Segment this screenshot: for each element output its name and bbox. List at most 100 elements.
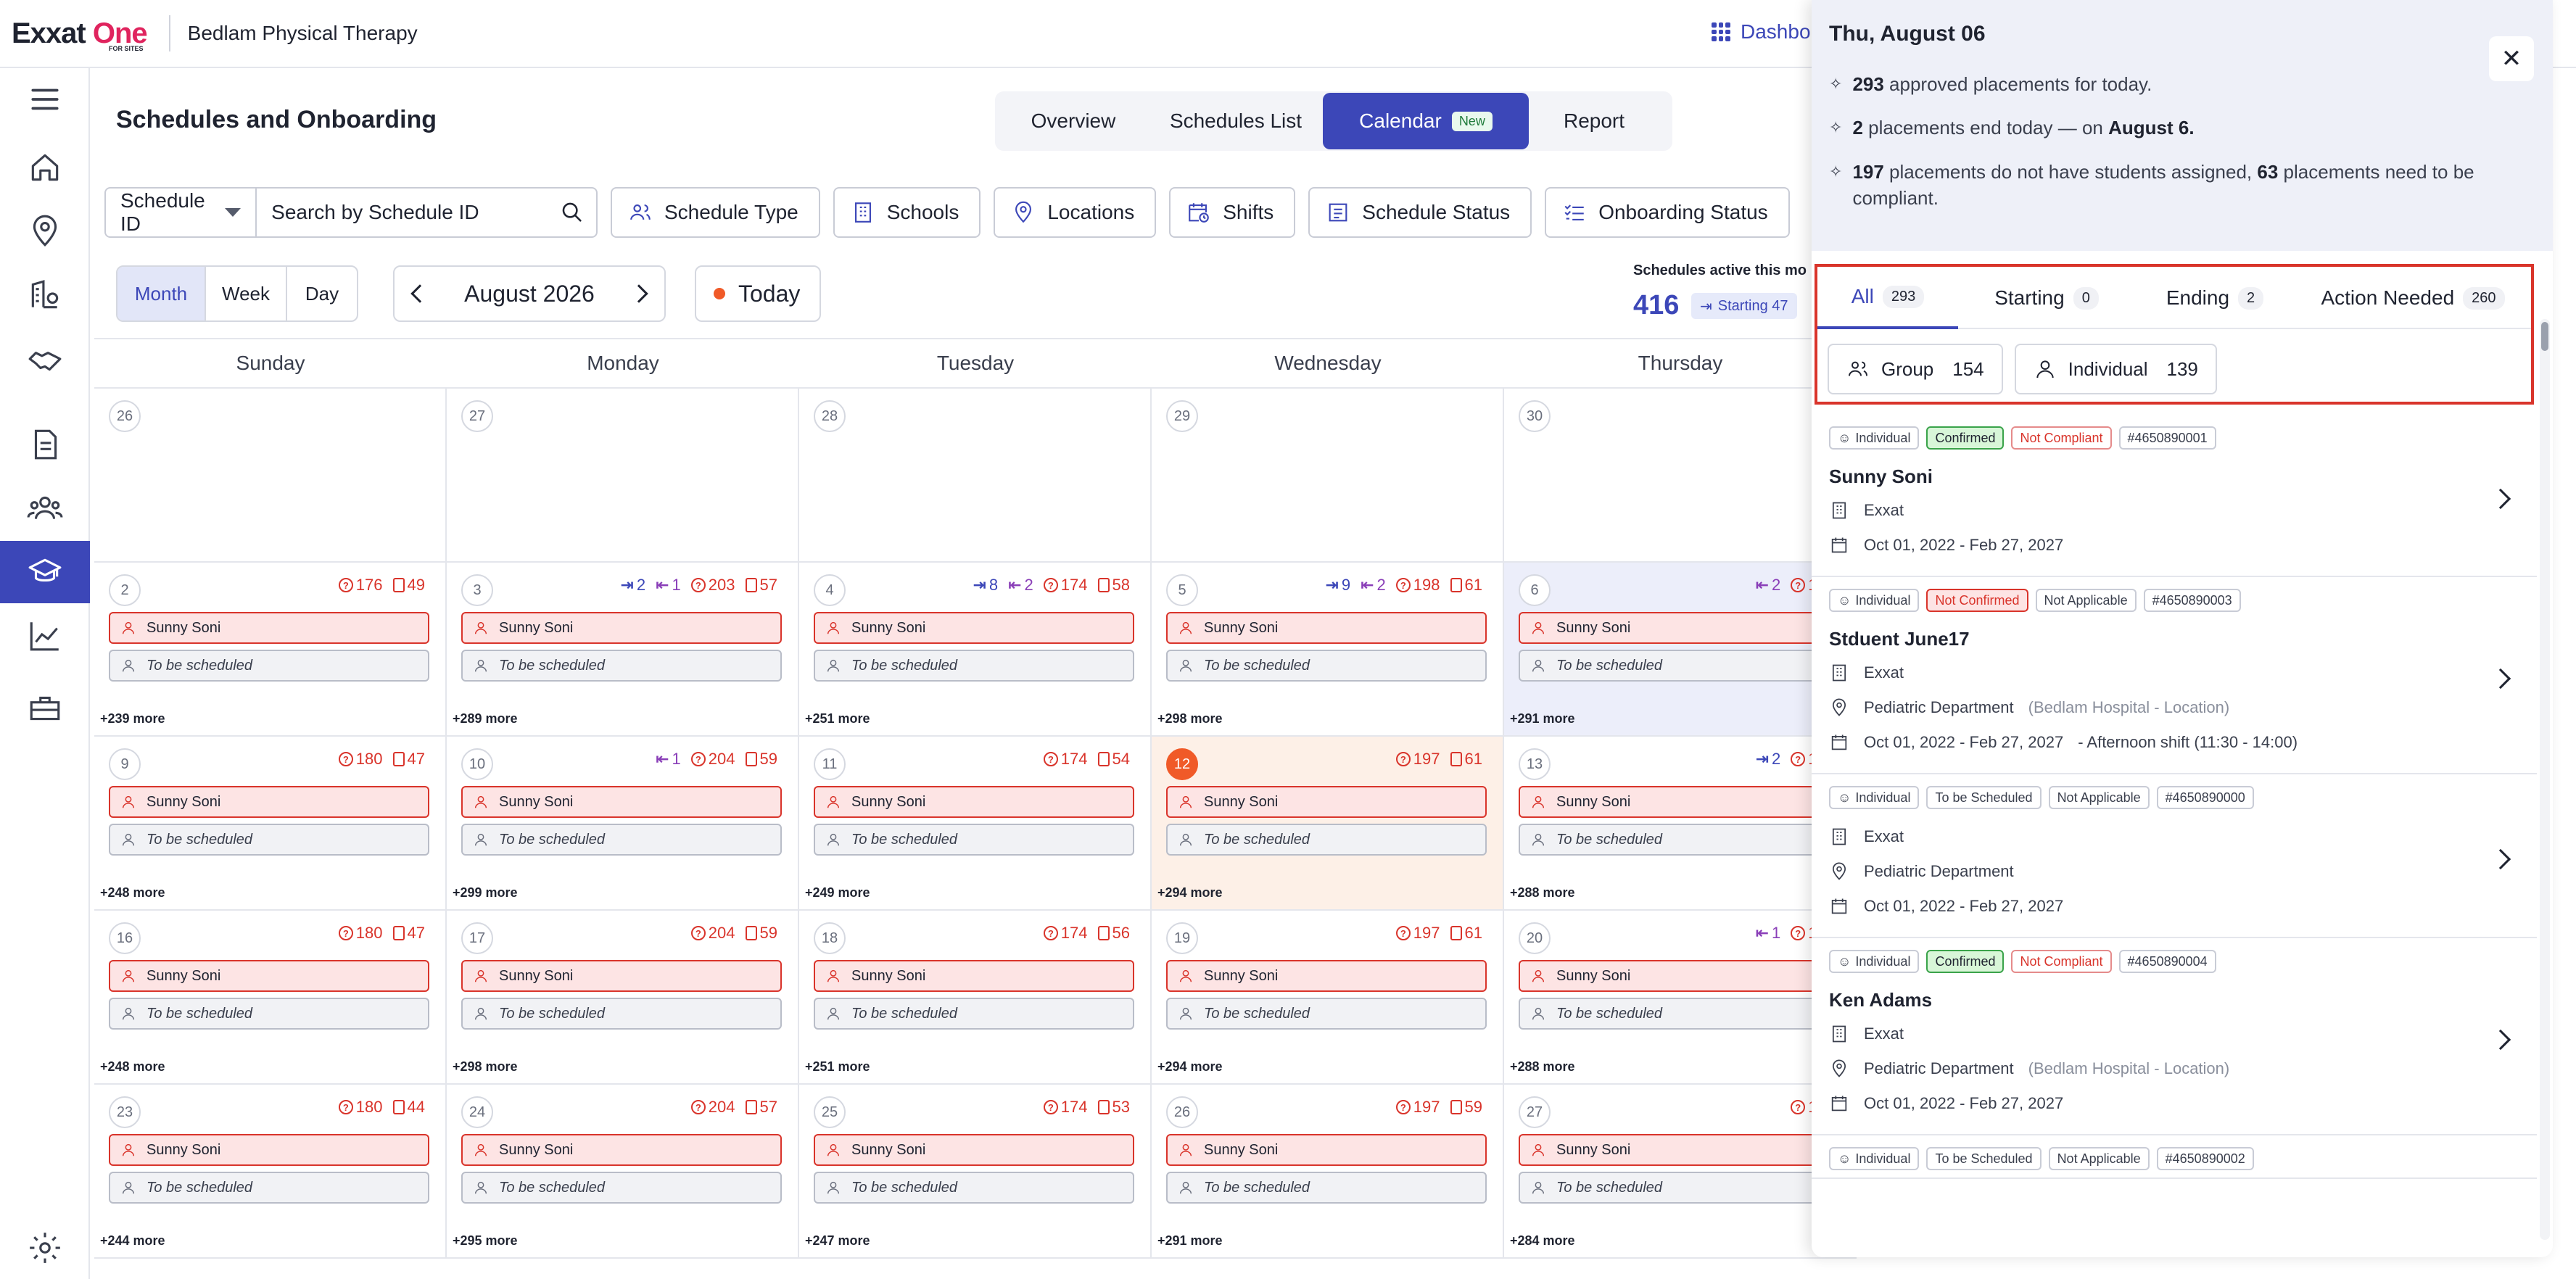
event-chip[interactable]: Sunny Soni [461, 960, 782, 992]
more-link[interactable]: +251 more [805, 1059, 870, 1075]
calendar-day-cell[interactable]: 26 ⇥ ⇤ ? Sunny Soni To be scheduled [94, 389, 447, 563]
sidebar-item-schedules[interactable] [0, 541, 90, 603]
event-chip[interactable]: Sunny Soni [1166, 786, 1487, 818]
event-chip[interactable]: Sunny Soni [1519, 1134, 1839, 1166]
sidebar-item-settings[interactable] [0, 1217, 90, 1279]
sidebar-item-reports[interactable] [0, 605, 90, 667]
mode-week[interactable]: Week [206, 267, 287, 320]
tab-all[interactable]: All 293 [1817, 267, 1958, 329]
calendar-day-cell[interactable]: 4 ⇥ 8 ⇤ 2 ? 174 58 Sunny Soni To be schedul… [799, 563, 1152, 737]
event-chip-unscheduled[interactable]: To be scheduled [461, 824, 782, 856]
event-chip[interactable]: Sunny Soni [1519, 612, 1839, 644]
event-chip-unscheduled[interactable]: To be scheduled [814, 824, 1134, 856]
calendar-day-cell[interactable]: 2 ⇥ ⇤ ?176 49 Sunny Soni To be scheduled… [94, 563, 447, 737]
event-chip[interactable]: Sunny Soni [109, 1134, 429, 1166]
event-chip[interactable]: Sunny Soni [109, 612, 429, 644]
event-chip-unscheduled[interactable]: To be scheduled [1519, 1172, 1839, 1204]
event-chip-unscheduled[interactable]: To be scheduled [814, 650, 1134, 682]
calendar-day-cell[interactable]: 19 ⇥ ⇤ ?197 61 Sunny Soni To be schedule… [1152, 911, 1504, 1085]
calendar-day-cell[interactable]: 18 ⇥ ⇤ ?174 56 Sunny Soni To be schedule… [799, 911, 1152, 1085]
event-chip-unscheduled[interactable]: To be scheduled [461, 1172, 782, 1204]
more-link[interactable]: +295 more [453, 1233, 518, 1249]
more-link[interactable]: +251 more [805, 711, 870, 727]
event-chip[interactable]: Sunny Soni [814, 612, 1134, 644]
chevron-right-icon[interactable] [2490, 488, 2511, 510]
event-chip[interactable]: Sunny Soni [814, 786, 1134, 818]
event-chip[interactable]: Sunny Soni [1166, 1134, 1487, 1166]
event-chip-unscheduled[interactable]: To be scheduled [1519, 650, 1839, 682]
more-link[interactable]: +298 more [1157, 711, 1223, 727]
event-chip-unscheduled[interactable]: To be scheduled [109, 998, 429, 1030]
calendar-day-cell[interactable]: 12 ⇥ ⇤ ?197 61 Sunny Soni To be schedule… [1152, 737, 1504, 911]
calendar-day-cell[interactable]: 20 ⇥ ⇤1 ?196 Sunny Soni To be scheduled … [1504, 911, 1857, 1085]
calendar-day-cell[interactable]: 26 ⇥ ⇤ ?197 59 Sunny Soni To be schedule… [1152, 1085, 1504, 1259]
placement-card[interactable]: ☺ Individual Confirmed Not Compliant #465089… [1812, 415, 2537, 577]
event-chip-unscheduled[interactable]: To be scheduled [1166, 824, 1487, 856]
calendar-day-cell[interactable]: 13 ⇥2 ⇤ ?196 Sunny Soni To be scheduled … [1504, 737, 1857, 911]
more-link[interactable]: +284 more [1510, 1233, 1575, 1249]
panel-scrollbar[interactable] [2540, 319, 2550, 1240]
calendar-day-cell[interactable]: 17 ⇥ ⇤ ?204 59 Sunny Soni To be schedule… [447, 911, 799, 1085]
more-link[interactable]: +288 more [1510, 885, 1575, 901]
calendar-day-cell[interactable]: 29 ⇥ ⇤ ? Sunny Soni To be scheduled [1152, 389, 1504, 563]
tab-overview[interactable]: Overview [998, 93, 1149, 149]
more-link[interactable]: +248 more [100, 885, 165, 901]
calendar-day-cell[interactable]: 5 ⇥ 9 ⇤ 2 ? 198 61 Sunny Soni To be schedul… [1152, 563, 1504, 737]
more-link[interactable]: +298 more [453, 1059, 518, 1075]
event-chip[interactable]: Sunny Soni [109, 786, 429, 818]
tab-ending[interactable]: Ending 2 [2135, 267, 2295, 329]
event-chip-unscheduled[interactable]: To be scheduled [461, 650, 782, 682]
filter-schools[interactable]: Schools [833, 187, 981, 238]
sidebar-item-partners[interactable] [0, 328, 90, 390]
more-link[interactable]: +291 more [1510, 711, 1575, 727]
tab-action-needed[interactable]: Action Needed 260 [2295, 267, 2531, 329]
calendar-day-cell[interactable]: 27 ⇥ ⇤ ? Sunny Soni To be scheduled [447, 389, 799, 563]
more-link[interactable]: +289 more [453, 711, 518, 727]
today-button[interactable]: Today [695, 265, 821, 322]
sidebar-item-locations[interactable] [0, 200, 90, 262]
calendar-day-cell[interactable]: 23 ⇥ ⇤ ?180 44 Sunny Soni To be schedule… [94, 1085, 447, 1259]
tab-calendar[interactable]: Calendar New [1323, 93, 1529, 149]
event-chip[interactable]: Sunny Soni [1519, 960, 1839, 992]
tab-schedules-list[interactable]: Schedules List [1149, 93, 1323, 149]
event-chip-unscheduled[interactable]: To be scheduled [814, 1172, 1134, 1204]
more-link[interactable]: +248 more [100, 1059, 165, 1075]
event-chip[interactable]: Sunny Soni [109, 960, 429, 992]
more-link[interactable]: +249 more [805, 885, 870, 901]
calendar-day-cell[interactable]: 16 ⇥ ⇤ ?180 47 Sunny Soni To be schedule… [94, 911, 447, 1085]
calendar-day-cell[interactable]: 25 ⇥ ⇤ ?174 53 Sunny Soni To be schedule… [799, 1085, 1152, 1259]
tab-starting[interactable]: Starting 0 [1958, 267, 2135, 329]
event-chip[interactable]: Sunny Soni [1519, 786, 1839, 818]
calendar-day-cell[interactable]: 6 ⇥ ⇤2 ?197 Sunny Soni To be scheduled +… [1504, 563, 1857, 737]
search-input[interactable] [257, 189, 548, 236]
more-link[interactable]: +291 more [1157, 1233, 1223, 1249]
event-chip[interactable]: Sunny Soni [461, 612, 782, 644]
calendar-day-cell[interactable]: 30 ⇥ ⇤ ? Sunny Soni To be scheduled [1504, 389, 1857, 563]
more-link[interactable]: +294 more [1157, 1059, 1223, 1075]
group-filter-button[interactable]: Group 154 [1828, 344, 2003, 394]
chevron-right-icon[interactable] [2490, 1029, 2511, 1051]
more-link[interactable]: +247 more [805, 1233, 870, 1249]
event-chip[interactable]: Sunny Soni [461, 1134, 782, 1166]
event-chip[interactable]: Sunny Soni [814, 1134, 1134, 1166]
chevron-right-icon[interactable] [2490, 848, 2511, 870]
search-button[interactable] [548, 200, 596, 225]
mode-day[interactable]: Day [287, 267, 357, 320]
placement-card[interactable]: ☺ Individual Not Confirmed Not Applicable #4… [1812, 577, 2537, 774]
calendar-day-cell[interactable]: 27 ⇥ ⇤ ?196 Sunny Soni To be scheduled +… [1504, 1085, 1857, 1259]
sidebar-item-sites[interactable] [0, 264, 90, 326]
calendar-day-cell[interactable]: 24 ⇥ ⇤ ?204 57 Sunny Soni To be schedule… [447, 1085, 799, 1259]
more-link[interactable]: +299 more [453, 885, 518, 901]
chevron-right-icon[interactable] [2490, 668, 2511, 690]
event-chip-unscheduled[interactable]: To be scheduled [109, 650, 429, 682]
sidebar-item-users[interactable] [0, 477, 90, 539]
filter-locations[interactable]: Locations [994, 187, 1157, 238]
search-field-select[interactable]: Schedule ID [106, 189, 257, 236]
event-chip[interactable]: Sunny Soni [814, 960, 1134, 992]
calendar-day-cell[interactable]: 10 ⇥ ⇤1 ?204 59 Sunny Soni To be schedul… [447, 737, 799, 911]
more-link[interactable]: +288 more [1510, 1059, 1575, 1075]
sidebar-menu-button[interactable] [0, 68, 90, 131]
event-chip[interactable]: Sunny Soni [1166, 612, 1487, 644]
calendar-day-cell[interactable]: 11 ⇥ ⇤ ?174 54 Sunny Soni To be schedule… [799, 737, 1152, 911]
calendar-day-cell[interactable]: 28 ⇥ ⇤ ? Sunny Soni To be scheduled [799, 389, 1152, 563]
